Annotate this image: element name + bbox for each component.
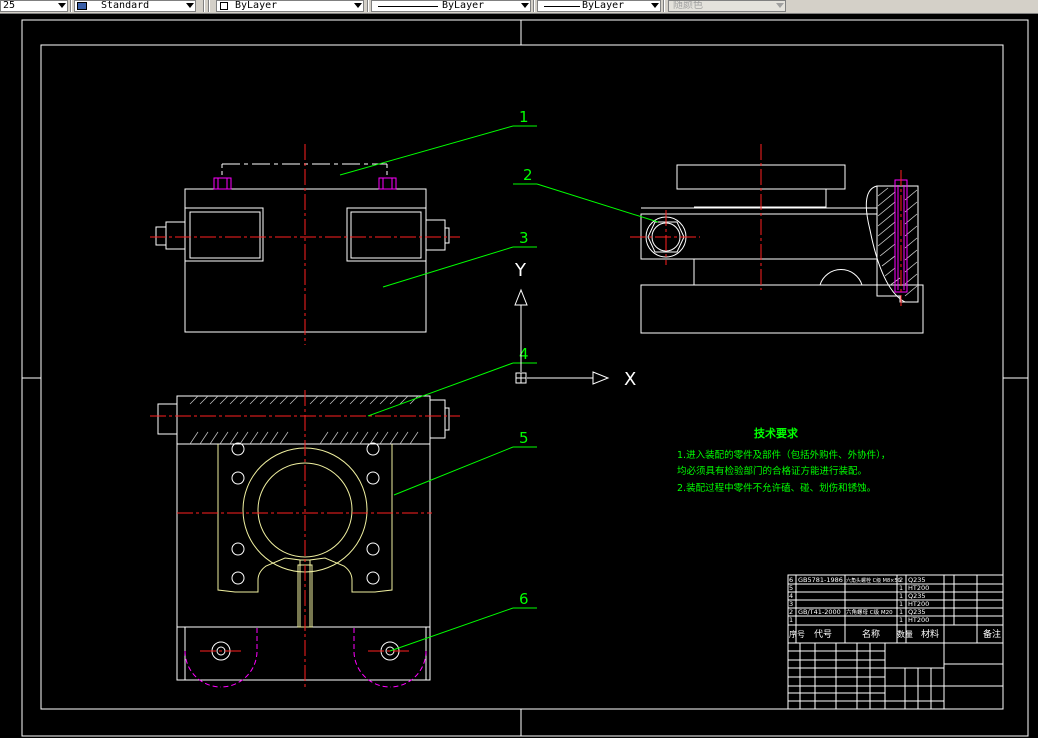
bom-r1-mat: Q235 xyxy=(908,576,926,584)
drawing-canvas[interactable]: 1 2 3 4 5 6 Y X 技术要求 1.进入装配的零件及部件（包括外购件、… xyxy=(0,14,1038,738)
plot-style-value: 随颜色 xyxy=(673,0,703,11)
bom-r4-qty: 1 xyxy=(899,600,903,608)
color-select[interactable]: ByLayer xyxy=(216,0,364,12)
balloon-1: 1 xyxy=(519,108,529,126)
chevron-down-icon xyxy=(776,3,784,8)
chevron-down-icon xyxy=(521,3,529,8)
bom-r1-code: GB5781-1986 xyxy=(798,576,843,584)
bom-r5-qty: 1 xyxy=(899,608,903,616)
lineweight-value: ByLayer xyxy=(582,0,625,11)
bom-h-material: 材料 xyxy=(921,628,939,640)
plot-style-select[interactable]: 随颜色 xyxy=(668,0,786,12)
balloon-5: 5 xyxy=(519,429,529,447)
bom-r1-name: 六角头螺栓 C级 M8×50 xyxy=(846,577,901,584)
bom-r6-seq: 1 xyxy=(789,616,793,624)
tech-line-1: 1.进入装配的零件及部件（包括外购件、外协件）， xyxy=(677,449,890,461)
lineweight-select[interactable]: ByLayer xyxy=(537,0,661,12)
linetype-select[interactable]: ByLayer xyxy=(371,0,531,12)
bom-r6-mat: HT200 xyxy=(908,616,929,624)
chevron-down-icon xyxy=(354,3,362,8)
tech-line-3: 2.装配过程中零件不允许磕、碰、划伤和锈蚀。 xyxy=(677,482,876,494)
bom-r2-qty: 1 xyxy=(899,584,903,592)
bom-h-code: 代号 xyxy=(814,629,832,640)
linetype-sample xyxy=(378,6,438,7)
bom-r4-seq: 3 xyxy=(789,600,793,608)
bom-r1-seq: 6 xyxy=(789,576,793,584)
dim-style-value: Standard xyxy=(101,0,150,11)
bom-r6-qty: 1 xyxy=(899,616,903,624)
chevron-down-icon xyxy=(58,3,66,8)
ucs-x-label: X xyxy=(624,369,636,390)
bom-r5-mat: Q235 xyxy=(908,608,926,616)
bom-h-name: 名称 xyxy=(862,628,880,640)
text-style-value: 25 xyxy=(3,0,16,11)
balloon-4: 4 xyxy=(519,345,529,363)
chevron-down-icon xyxy=(651,3,659,8)
bom-h-qty: 数量 xyxy=(897,629,913,639)
bom-r2-seq: 5 xyxy=(789,584,793,592)
ucs-y-label: Y xyxy=(514,260,527,281)
lineweight-sample xyxy=(544,6,580,7)
tech-title: 技术要求 xyxy=(754,426,799,440)
bom-r3-mat: Q235 xyxy=(908,592,926,600)
balloon-2: 2 xyxy=(523,166,533,184)
bom-h-seq: 序号 xyxy=(789,629,805,639)
bom-r5-seq: 2 xyxy=(789,608,793,616)
bom-r3-qty: 1 xyxy=(899,592,903,600)
text-style-select[interactable]: 25 xyxy=(0,0,68,12)
chevron-down-icon xyxy=(186,3,194,8)
bom-r4-mat: HT200 xyxy=(908,600,929,608)
bom-r5-code: GB/T41-2000 xyxy=(798,608,841,616)
dimstyle-icon xyxy=(77,2,87,10)
tech-line-2: 均必须具有检验部门的合格证方能进行装配。 xyxy=(677,465,867,477)
bom-r5-name: 六角螺母 C级 M20 xyxy=(846,608,893,616)
dim-style-select[interactable]: Standard xyxy=(74,0,196,12)
bom-r1-qty: 2 xyxy=(899,576,903,584)
properties-toolbar: 25 Standard ByLayer ByLayer ByLayer 随颜色 xyxy=(0,0,1038,14)
bom-h-note: 备注 xyxy=(983,628,1001,640)
color-value: ByLayer xyxy=(235,0,278,11)
linetype-value: ByLayer xyxy=(442,0,485,11)
bom-r3-seq: 4 xyxy=(789,592,793,600)
color-swatch xyxy=(220,2,228,10)
bom-r2-mat: HT200 xyxy=(908,584,929,592)
balloon-6: 6 xyxy=(519,590,529,608)
balloon-3: 3 xyxy=(519,229,529,247)
